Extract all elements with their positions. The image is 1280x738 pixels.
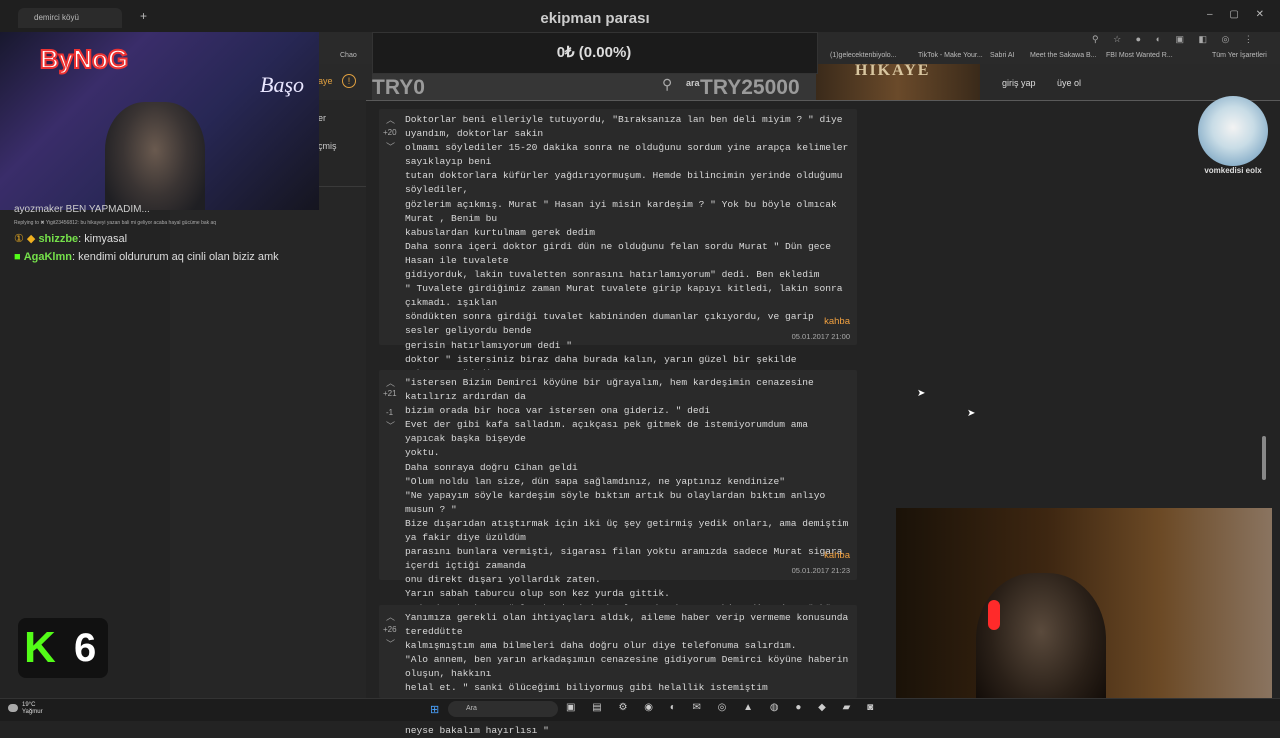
bookmark-item[interactable]: Sabri AI [990,52,1015,59]
taskbar-search[interactable]: Ara [448,701,558,717]
chat-text: kendimi oldururum aq cinli olan biziz am… [78,251,279,263]
streamer-image [105,102,205,210]
chat-message: ■ AgaKlmn: kendimi oldururum aq cinli ol… [14,251,279,263]
weather-condition: Yağmur [22,709,43,715]
new-tab-icon[interactable]: + [140,9,147,23]
start-icon[interactable]: ⊞ [430,703,439,716]
goal-min: TRY0 [372,76,425,99]
window-controls[interactable]: – ▢ ✕ [1207,9,1264,20]
second-webcam [896,508,1272,720]
scrollbar[interactable] [1262,436,1266,480]
webcam-overlay: Başo ByNoG [0,32,319,210]
upvote-icon[interactable]: ︿ [386,610,395,623]
weather-widget[interactable]: 19°C Yağmur [22,702,43,716]
vote-count: +20 [383,128,397,137]
banner-art: HIKAYE [855,64,931,79]
avatar[interactable] [1198,96,1268,166]
search-icon[interactable]: ⚲ [662,76,672,93]
overlay-title: ekipman parası [540,10,650,27]
avatar-name: vomkedisi eolx [1204,166,1262,175]
viewer-count: 6 [74,626,97,670]
downvote-icon[interactable]: ﹀ [386,140,395,153]
vote-count: +26 [383,625,397,634]
post-text: "istersen Bizim Demirci köyüne bir uğray… [405,377,849,614]
sidebar-item[interactable]: çmiş [318,141,337,151]
temperature: 19°C [22,702,36,708]
chat-text: kimyasal [84,233,128,245]
vote-count: +21 [383,389,397,398]
weather-cloud-icon [8,704,18,712]
badge-icon: ① ◆ [14,233,39,245]
post-author[interactable]: kahba [770,550,850,561]
goal-max: TRY25000 [700,76,800,99]
upvote-icon[interactable]: ︿ [386,113,395,126]
upvote-icon[interactable]: ︿ [386,376,395,389]
header-banner: HIKAYE [815,64,980,100]
login-link[interactable]: giriş yap [1002,78,1036,88]
post-date[interactable]: 05.01.2017 21:00 [740,332,850,341]
chat-message: ayozmaker BEN YAPMADIM... [14,204,150,215]
kick-icon: K [24,623,56,672]
channel-logo: ByNoG [39,43,129,75]
chat-username: AgaKlmn [23,251,72,263]
taskbar-app-icons[interactable]: ▣ ▤ ⚙ ◉ ◐ ✉ ◎ ▲ ◍ ● ◆ ▰ ◙ [566,702,880,713]
neon-sign: Başo [260,72,304,97]
chat-username: shizzbe [38,233,79,245]
downvote-icon[interactable]: ﹀ [386,637,395,650]
register-link[interactable]: üye ol [1057,78,1081,88]
chat-message: ① ◆ shizzbe: kimyasal [14,233,128,245]
post-author[interactable]: kahba [770,316,850,327]
search-input[interactable]: ara [686,78,700,88]
chat-reply-header: Replying to ✖ Yigit23456812: bu hikayeyi… [14,220,217,226]
bookmark-item[interactable]: Meet the Sakawa B... [1030,52,1097,59]
post-date[interactable]: 05.01.2017 21:23 [740,566,850,575]
bookmark-item[interactable]: Chao [340,52,357,59]
alert-icon[interactable]: ! [342,74,356,88]
sidebar-item[interactable]: er [318,113,326,123]
kick-badge-icon: ■ [14,251,24,263]
extension-icons[interactable]: ⚲ ☆ ● ◐ ▣ ◧ ◎ ⋮ [1092,34,1259,45]
headset-light [988,600,1000,630]
cursor-icon: ➤ [967,408,976,419]
cursor-icon: ➤ [917,388,926,399]
downvote-count: -1 [386,408,394,417]
bookmark-item[interactable]: (1)gelecektenbiyolo... [830,52,897,59]
donation-value: 0₺ (0.00%) [556,44,632,61]
bookmark-item[interactable]: TikTok - Make Your... [918,52,983,59]
header-nav-fragment[interactable]: aye [318,76,333,86]
bookmark-item[interactable]: Tüm Yer İşaretleri [1212,52,1267,59]
browser-tab[interactable]: demirci köyü [18,8,122,28]
bookmark-item[interactable]: FBI Most Wanted R... [1106,52,1173,59]
downvote-icon[interactable]: ﹀ [386,419,395,432]
